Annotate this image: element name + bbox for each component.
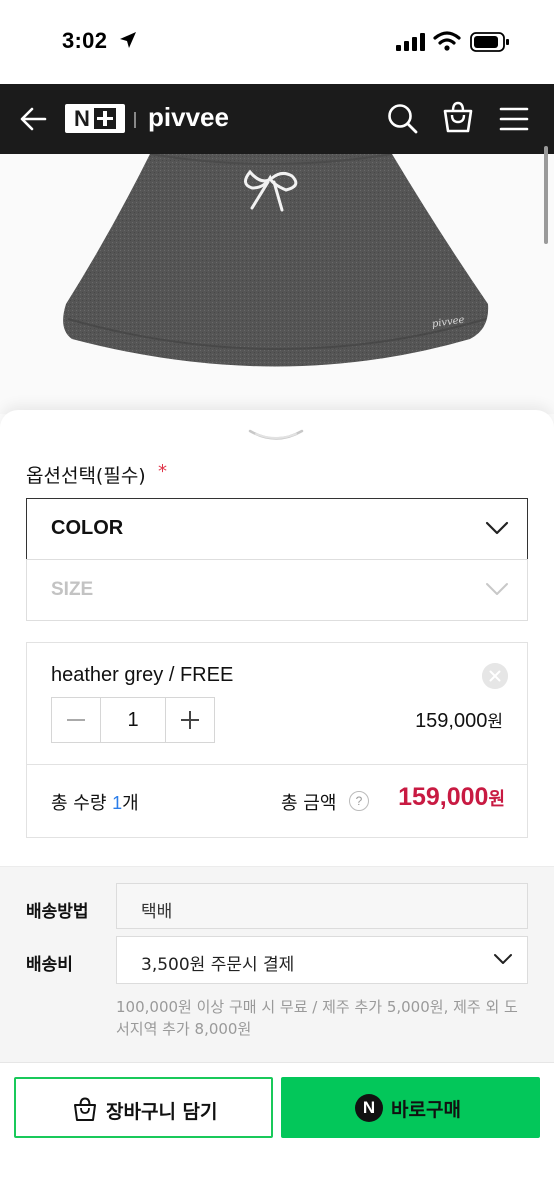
remove-option-icon[interactable] (482, 663, 508, 689)
selected-option-box: heather grey / FREE 1 159,000원 총 수량 1개 총… (26, 642, 528, 838)
plus-icon (93, 108, 116, 129)
chevron-down-icon (485, 521, 509, 535)
shipping-fee-select[interactable]: 3,500원 주문시 결제 (116, 936, 528, 984)
size-select-label: SIZE (51, 579, 94, 600)
quantity-stepper: 1 (51, 697, 215, 743)
shipping-note: 100,000원 이상 구매 시 무료 / 제주 추가 5,000원, 제주 외… (116, 998, 518, 1038)
scrollbar[interactable] (544, 146, 548, 244)
buy-now-label: 바로구매 (391, 1099, 461, 1121)
location-arrow-icon (120, 32, 136, 48)
shipping-method-field: 택배 (116, 883, 528, 929)
quantity-input[interactable]: 1 (100, 698, 166, 742)
total-quantity: 총 수량 1개 (51, 789, 139, 815)
option-price-value: 159,000 (415, 710, 488, 732)
required-mark: * (158, 461, 167, 482)
product-image[interactable]: pivvee (0, 154, 554, 414)
total-quantity-label: 총 수량 (51, 793, 113, 814)
add-to-cart-label: 장바구니 담기 (106, 1101, 218, 1123)
option-price: 159,000원 (415, 707, 503, 733)
chevron-down-icon (486, 583, 508, 595)
shopping-bag-icon (74, 1097, 96, 1121)
color-select-label: COLOR (51, 517, 124, 539)
divider (27, 764, 527, 765)
sheet-collapse-handle-icon[interactable] (248, 428, 304, 444)
nplus-store-logo[interactable]: N (65, 104, 125, 133)
shipping-fee-value: 3,500원 주문시 결제 (141, 955, 295, 975)
total-amount: 159,000원 (398, 783, 505, 812)
color-select[interactable]: COLOR (26, 498, 528, 560)
add-to-cart-button[interactable]: 장바구니 담기 (14, 1077, 273, 1138)
wifi-icon (433, 31, 461, 51)
hamburger-menu-icon[interactable] (498, 104, 530, 134)
shipping-method-label: 배송방법 (26, 902, 89, 922)
back-arrow-icon[interactable] (18, 104, 50, 134)
nplus-logo-letter: N (74, 105, 90, 131)
status-time: 3:02 (62, 28, 108, 53)
shipping-fee-label: 배송비 (26, 955, 73, 975)
option-price-unit: 원 (487, 712, 503, 731)
header-divider (134, 112, 136, 128)
shipping-section: 배송방법 택배 배송비 3,500원 주문시 결제 100,000원 이상 구매… (0, 866, 554, 1072)
skirt-illustration: pivvee (63, 154, 489, 367)
naver-pay-icon: N (355, 1094, 383, 1122)
total-amount-value: 159,000 (398, 783, 489, 811)
shipping-method-value: 택배 (141, 902, 173, 922)
buy-now-button[interactable]: N 바로구매 (281, 1077, 540, 1138)
chevron-down-icon (494, 954, 512, 964)
app-header: N pivvee (0, 84, 554, 154)
cellular-signal-icon (396, 33, 425, 51)
help-icon[interactable]: ? (349, 791, 369, 811)
total-amount-unit: 원 (488, 789, 505, 809)
shopping-bag-icon[interactable] (441, 100, 475, 134)
search-icon[interactable] (385, 101, 419, 135)
quantity-decrease-button[interactable] (52, 698, 100, 742)
bottom-action-bar: 장바구니 담기 N 바로구매 (0, 1062, 554, 1200)
total-amount-label: 총 금액 (281, 793, 337, 814)
option-section-title: 옵션선택(필수) (26, 465, 146, 487)
selected-option-name: heather grey / FREE (51, 664, 234, 686)
size-select[interactable]: SIZE (26, 559, 528, 621)
brand-name[interactable]: pivvee (148, 102, 229, 133)
battery-icon (470, 32, 509, 52)
total-quantity-unit: 개 (122, 793, 139, 814)
total-quantity-value: 1 (112, 793, 123, 813)
quantity-increase-button[interactable] (166, 698, 214, 742)
status-bar: 3:02 (0, 0, 554, 84)
